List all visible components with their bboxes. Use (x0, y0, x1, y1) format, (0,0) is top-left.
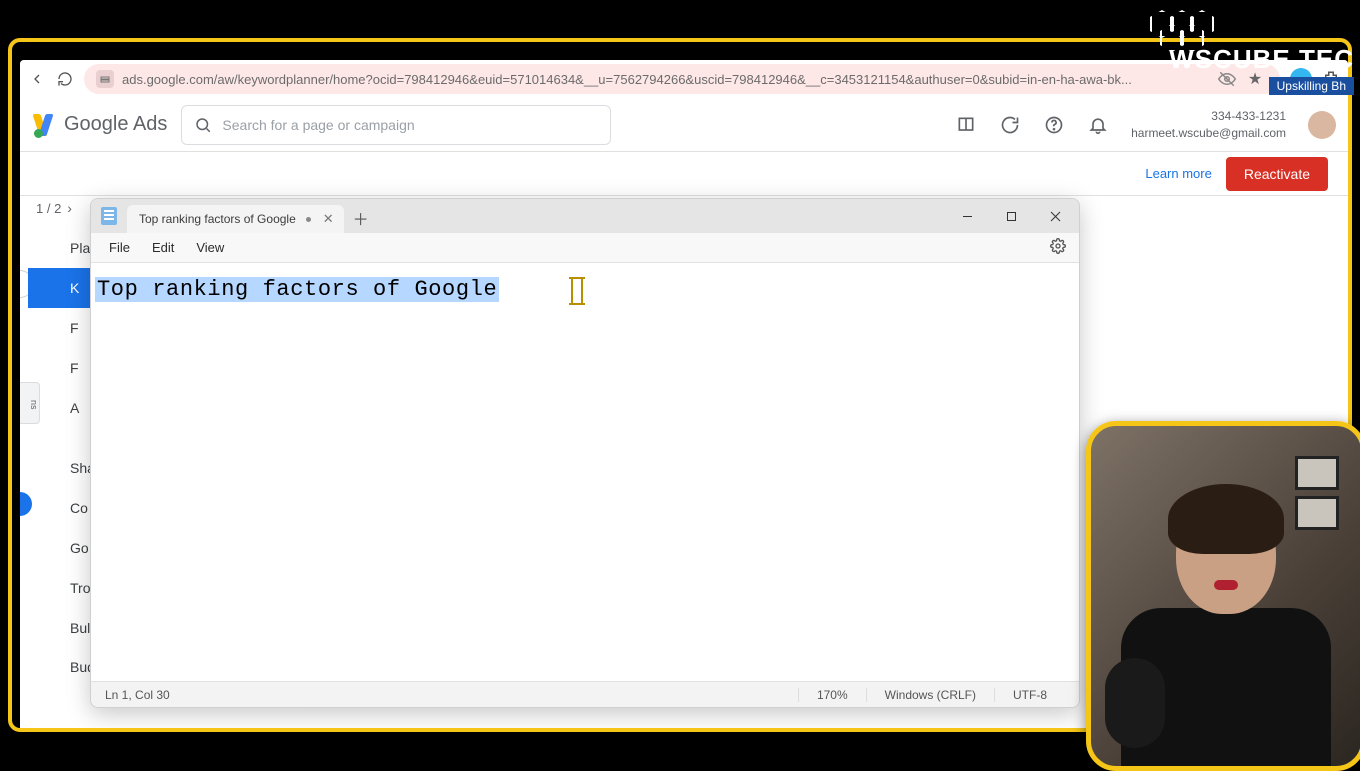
site-info-icon[interactable] (96, 70, 114, 88)
refresh-icon[interactable] (999, 114, 1021, 136)
notepad-tab-title: Top ranking factors of Google (139, 212, 296, 226)
google-ads-logo[interactable]: Google Ads (32, 112, 167, 138)
url-text: ads.google.com/aw/keywordplanner/home?oc… (122, 72, 1206, 87)
notifications-icon[interactable] (1087, 114, 1109, 136)
appearance-icon[interactable] (955, 114, 977, 136)
back-icon[interactable] (28, 70, 46, 88)
reactivate-button[interactable]: Reactivate (1226, 157, 1328, 191)
account-email: harmeet.wscube@gmail.com (1131, 125, 1286, 142)
learn-more-link[interactable]: Learn more (1145, 166, 1211, 181)
brand-name: WSCUBE TEC (1154, 44, 1354, 75)
unsaved-indicator-icon (306, 217, 311, 222)
account-info[interactable]: 334-433-1231 harmeet.wscube@gmail.com (1131, 108, 1286, 142)
status-eol: Windows (CRLF) (866, 688, 994, 702)
header-right: 334-433-1231 harmeet.wscube@gmail.com (955, 108, 1336, 142)
selected-text: Top ranking factors of Google (95, 277, 499, 302)
status-zoom[interactable]: 170% (798, 688, 866, 702)
reload-icon[interactable] (56, 70, 74, 88)
notepad-icon (101, 207, 117, 225)
chevron-right-icon[interactable]: › (67, 200, 72, 216)
minimize-button[interactable] (945, 199, 989, 233)
notepad-textarea[interactable]: Top ranking factors of Google (91, 263, 1079, 681)
search-icon (194, 116, 212, 134)
notepad-statusbar: Ln 1, Col 30 170% Windows (CRLF) UTF-8 (91, 681, 1079, 707)
presenter-webcam (1086, 421, 1360, 771)
account-phone: 334-433-1231 (1211, 108, 1286, 125)
text-cursor-icon (571, 279, 583, 303)
window-controls (945, 199, 1077, 233)
gads-header: Google Ads Search for a page or campaign (20, 98, 1348, 152)
settings-gear-icon[interactable] (1045, 238, 1071, 257)
google-ads-icon (32, 112, 58, 138)
close-button[interactable] (1033, 199, 1077, 233)
maximize-button[interactable] (989, 199, 1033, 233)
notepad-tab[interactable]: Top ranking factors of Google ✕ (127, 205, 344, 233)
notepad-menubar: File Edit View (91, 233, 1079, 263)
menu-file[interactable]: File (99, 235, 140, 260)
help-icon[interactable] (1043, 114, 1065, 136)
brand-tagline: Upskilling Bh (1269, 77, 1354, 95)
notepad-titlebar[interactable]: Top ranking factors of Google ✕ ＋ (91, 199, 1079, 233)
microphone-icon (1105, 658, 1165, 748)
tab-close-icon[interactable]: ✕ (321, 211, 336, 227)
menu-view[interactable]: View (186, 235, 234, 260)
menu-edit[interactable]: Edit (142, 235, 184, 260)
gads-search[interactable]: Search for a page or campaign (181, 105, 611, 145)
search-placeholder: Search for a page or campaign (222, 117, 414, 133)
chrome-toolbar: ads.google.com/aw/keywordplanner/home?oc… (20, 60, 1348, 98)
new-tab-button[interactable]: ＋ (348, 206, 374, 230)
address-bar[interactable]: ads.google.com/aw/keywordplanner/home?oc… (84, 64, 1280, 94)
product-name: Google Ads (64, 113, 167, 136)
avatar[interactable] (1308, 111, 1336, 139)
wscube-brand: WSCUBE TEC Upskilling Bh (1154, 10, 1354, 95)
status-position: Ln 1, Col 30 (105, 688, 798, 702)
status-encoding: UTF-8 (994, 688, 1065, 702)
notepad-window: Top ranking factors of Google ✕ ＋ (90, 198, 1080, 708)
reactivate-banner: Learn more Reactivate (20, 152, 1348, 196)
